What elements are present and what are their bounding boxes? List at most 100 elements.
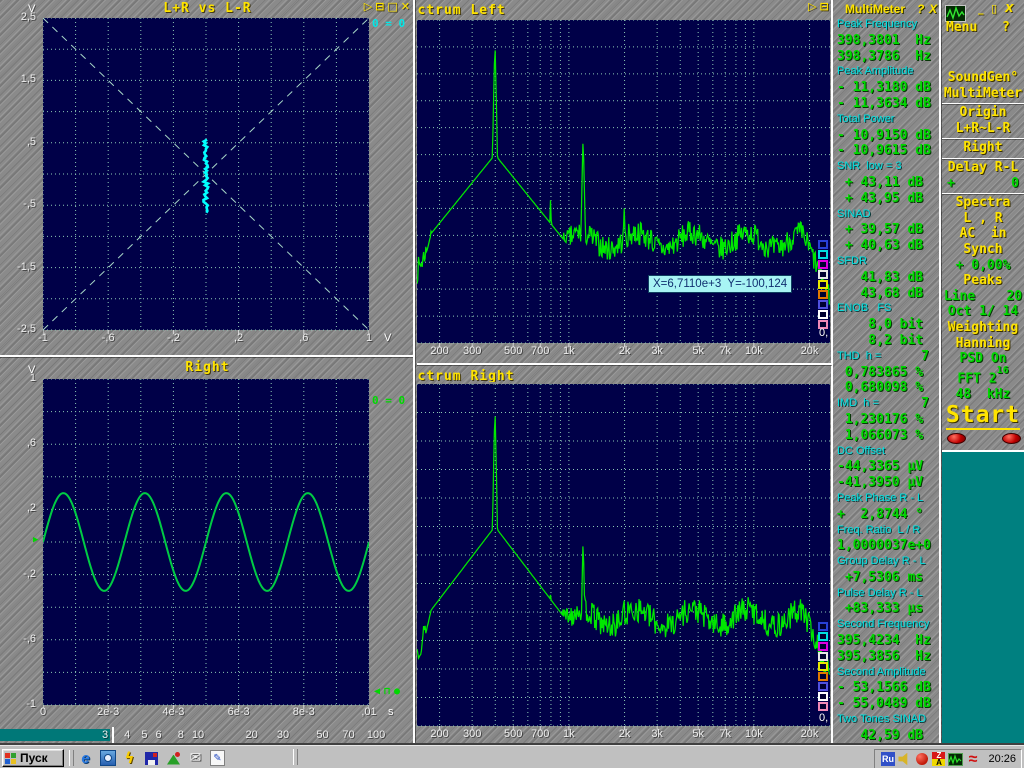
slider-tick: 10 xyxy=(186,729,210,741)
menu-separator xyxy=(942,193,1024,194)
menu-item-hanning[interactable]: Hanning xyxy=(942,336,1024,352)
slider-tick: 6 xyxy=(147,729,171,741)
lissajous-x-tick: ,2 xyxy=(223,332,255,344)
menu-item--0-00-[interactable]: + 0,00% xyxy=(942,258,1024,274)
start-measure-button[interactable]: Start xyxy=(942,402,1024,428)
multimeter-value: - 53,1566 dB xyxy=(833,680,939,696)
multimeter-close-button[interactable]: X xyxy=(929,2,937,16)
menu-item-delay-value[interactable]: +0 xyxy=(942,176,1024,192)
multimeter-value: 395,4234 Hz xyxy=(833,633,939,649)
volume-icon[interactable] xyxy=(897,752,912,767)
spectrum-right-plot[interactable] xyxy=(417,384,830,732)
spectrum-left-window-controls[interactable]: ▷⊟ xyxy=(808,0,832,13)
legend-color-swatch[interactable] xyxy=(818,290,828,299)
menu-item-multimeter[interactable]: MultiMeter xyxy=(942,86,1024,102)
multimeter-label: SINAD xyxy=(833,207,939,223)
clock[interactable]: 20:26 xyxy=(988,753,1016,765)
menu-item-fft-2[interactable]: FFT 216 xyxy=(942,367,1024,387)
waveform-plot[interactable] xyxy=(43,379,369,711)
menu-item-delay-r-l[interactable]: Delay R-L xyxy=(942,160,1024,176)
menu-item-ac-in[interactable]: AC in xyxy=(942,226,1024,242)
legend-color-swatch[interactable] xyxy=(818,632,828,641)
dialup-icon[interactable]: ≈ xyxy=(965,752,980,767)
waveform-corner-icons[interactable]: ◀⊓● xyxy=(374,686,404,697)
lissajous-status: 0 = 0 xyxy=(372,17,405,30)
taskbar-divider[interactable] xyxy=(69,750,74,766)
maximize-button[interactable]: ▯ xyxy=(991,2,997,15)
lissajous-y-tick: 2,5 xyxy=(2,11,36,23)
menu-item-line-20[interactable]: Line 20 xyxy=(942,289,1024,305)
multimeter-label: Pulse Delay R - L xyxy=(833,586,939,602)
media-icon[interactable] xyxy=(165,750,182,767)
multimeter-help-button[interactable]: ? xyxy=(917,2,924,16)
menu-item-origin[interactable]: Origin xyxy=(942,105,1024,121)
multimeter-label: THD h =7 xyxy=(833,349,939,365)
legend-color-swatch[interactable] xyxy=(818,250,828,259)
multimeter-label: DC Offset xyxy=(833,444,939,460)
legend-color-swatch[interactable] xyxy=(818,260,828,269)
legend-color-swatch[interactable] xyxy=(818,682,828,691)
lissajous-y-tick: -,5 xyxy=(2,198,36,210)
legend-color-swatch[interactable] xyxy=(818,702,828,711)
spectrum-left-plot[interactable] xyxy=(417,20,830,349)
menu-item-soundgen-[interactable]: SoundGen° xyxy=(942,70,1024,86)
multimeter-readouts: Peak Frequency398,3801 Hz398,3786 HzPeak… xyxy=(833,17,939,759)
menu-item-l-r[interactable]: L , R xyxy=(942,211,1024,227)
menu-button[interactable]: Menu xyxy=(946,20,977,36)
multimeter-value: 398,3801 Hz xyxy=(833,33,939,49)
legend-color-swatch[interactable] xyxy=(818,692,828,701)
legend-color-swatch[interactable] xyxy=(818,270,828,279)
winamp-icon[interactable]: ϟ xyxy=(121,750,138,767)
legend-color-swatch[interactable] xyxy=(818,300,828,309)
divider-center-column xyxy=(417,363,832,365)
menu-item-l-r-l-r[interactable]: L+R~L-R xyxy=(942,121,1024,137)
zonealarm-icon[interactable]: Z A xyxy=(931,752,946,767)
taskbar-divider-2[interactable] xyxy=(293,749,298,765)
multimeter-value: 42,59 dB xyxy=(833,728,939,744)
legend-color-swatch[interactable] xyxy=(818,662,828,671)
lissajous-window-controls[interactable]: ▷⊟□✕ xyxy=(364,0,413,13)
legend-color-swatch[interactable] xyxy=(818,240,828,249)
minimize-button[interactable]: _ xyxy=(978,2,984,15)
lissajous-plot[interactable] xyxy=(43,18,369,336)
mail-icon[interactable]: ✉ xyxy=(187,750,204,767)
status-led-right xyxy=(1002,433,1021,444)
notes-icon[interactable]: ✎ xyxy=(209,750,226,767)
menu-item-oct-1-14[interactable]: Oct 1/ 14 xyxy=(942,304,1024,320)
antivirus-icon[interactable] xyxy=(914,752,929,767)
language-indicator[interactable]: Ru xyxy=(880,752,895,767)
floppy-save-icon[interactable] xyxy=(143,750,160,767)
lissajous-y-tick: -1,5 xyxy=(2,261,36,273)
multimeter-value: -41,3950 µV xyxy=(833,475,939,491)
menu-item-psd-on[interactable]: PSD On xyxy=(942,351,1024,367)
legend-color-swatch[interactable] xyxy=(818,672,828,681)
analyzer-tray-icon[interactable] xyxy=(948,752,963,767)
internet-explorer-icon[interactable]: e xyxy=(77,750,94,767)
multimeter-value: 43,68 dB xyxy=(833,286,939,302)
close-button[interactable]: X xyxy=(1005,2,1013,15)
legend-color-swatch[interactable] xyxy=(818,280,828,289)
imaging-icon[interactable] xyxy=(99,750,116,767)
multimeter-value: +83,333 µs xyxy=(833,601,939,617)
menu-help-button[interactable]: ? xyxy=(1002,20,1010,36)
legend-color-swatch[interactable] xyxy=(818,652,828,661)
menu-item-48-khz[interactable]: 48 kHz xyxy=(942,387,1024,403)
spectrum-x-tick: 20k xyxy=(795,728,825,740)
menu-item-weighting[interactable]: Weighting xyxy=(942,320,1024,336)
multimeter-value: 1,230176 % xyxy=(833,412,939,428)
multimeter-label: IMD h =7 xyxy=(833,396,939,412)
multimeter-label: Total Power xyxy=(833,112,939,128)
waveform-x-tick: 0 xyxy=(27,706,59,718)
legend-color-swatch[interactable] xyxy=(818,642,828,651)
zoom-slider[interactable]: 345681020305070100 xyxy=(0,727,415,745)
legend-color-swatch[interactable] xyxy=(818,622,828,631)
spectrum-x-tick: 2k xyxy=(610,345,640,357)
menu-item-synch[interactable]: Synch xyxy=(942,242,1024,258)
legend-color-swatch[interactable] xyxy=(818,310,828,319)
menu-item-peaks[interactable]: Peaks xyxy=(942,273,1024,289)
menu-item-spectra[interactable]: Spectra xyxy=(942,195,1024,211)
menu-item-right[interactable]: Right xyxy=(942,140,1024,156)
multimeter-value: - 10,9615 dB xyxy=(833,143,939,159)
spectrum-left-legend xyxy=(818,240,830,332)
windows-start-button[interactable]: Пуск xyxy=(2,749,64,767)
